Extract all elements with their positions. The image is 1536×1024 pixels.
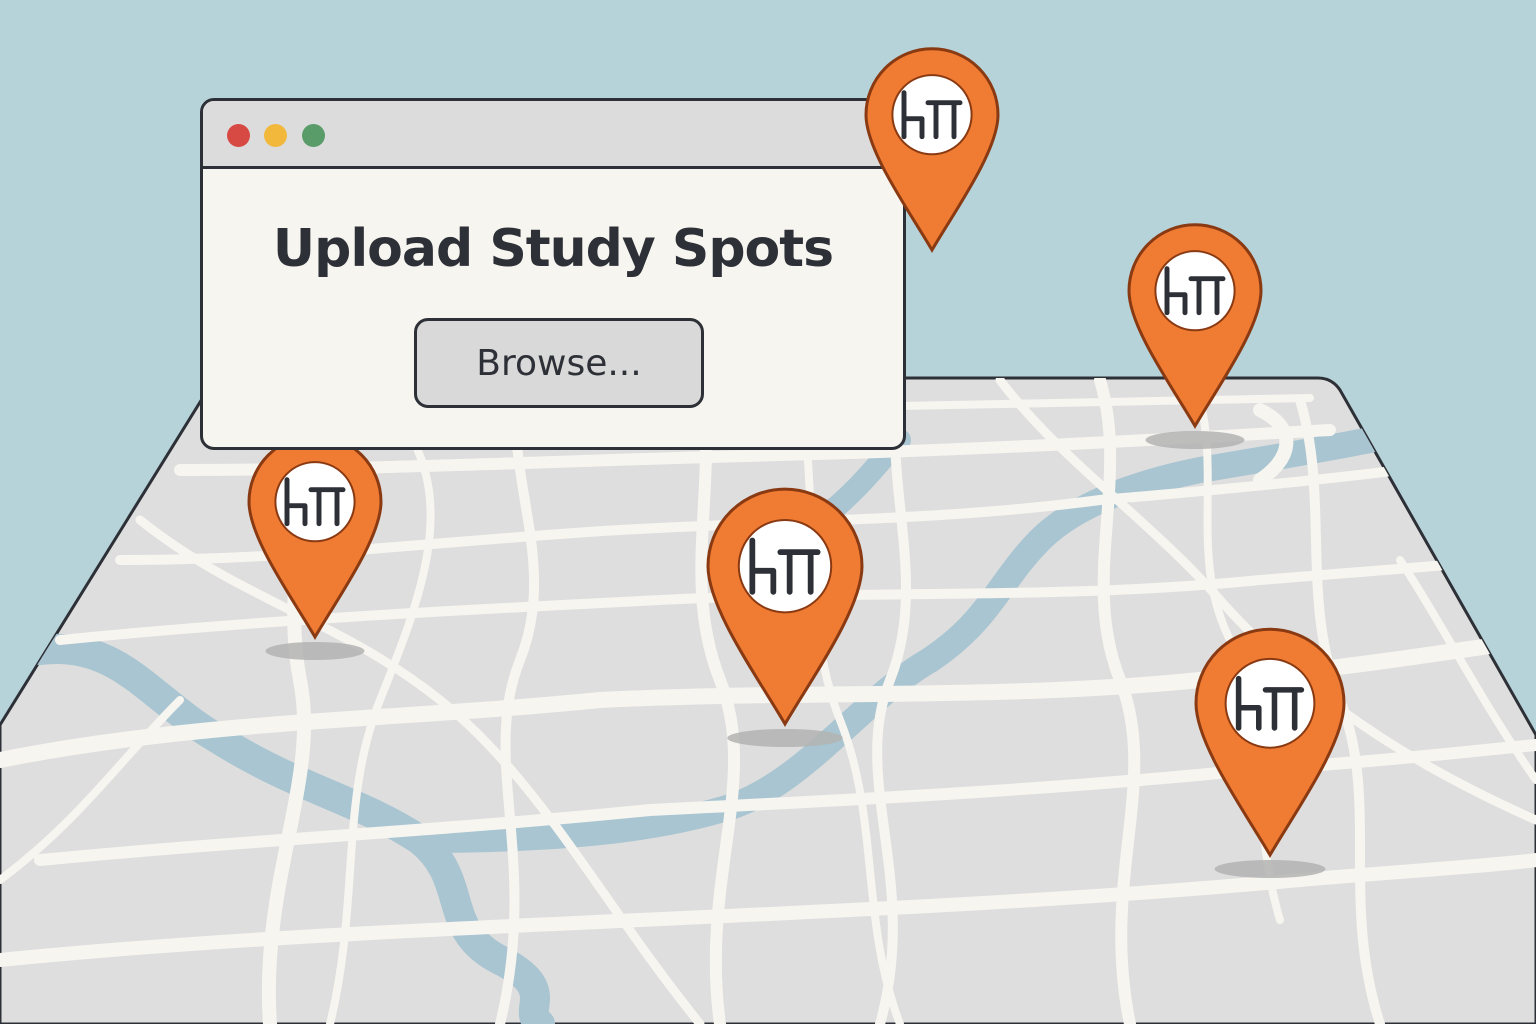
maximize-window-button[interactable]	[302, 124, 325, 147]
pin-shadow	[265, 642, 365, 660]
window-titlebar	[203, 101, 903, 169]
close-window-button[interactable]	[227, 124, 250, 147]
dialog-title: Upload Study Spots	[272, 219, 834, 279]
pin-shadow	[727, 729, 843, 747]
minimize-window-button[interactable]	[264, 124, 287, 147]
browse-button[interactable]: Browse...	[414, 318, 704, 408]
pin-shadow	[1145, 431, 1245, 449]
upload-dialog: Upload Study Spots Browse...	[200, 98, 906, 450]
pin-shadow	[1214, 860, 1326, 878]
